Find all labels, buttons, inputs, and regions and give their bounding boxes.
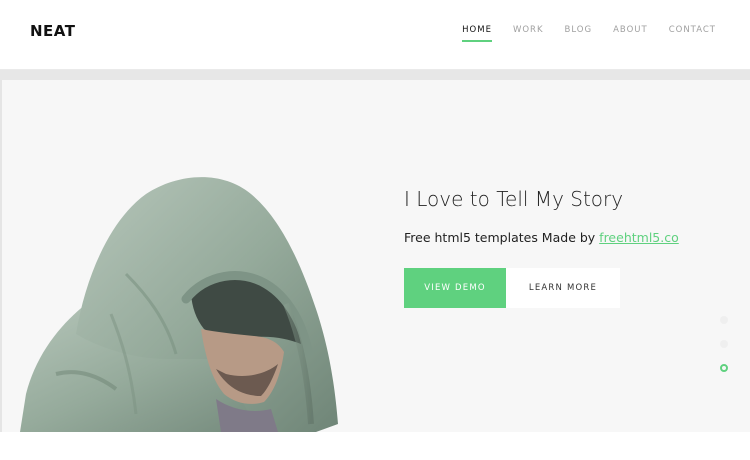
freehtml5-link[interactable]: freehtml5.co xyxy=(599,230,679,245)
nav-home[interactable]: HOME xyxy=(462,25,492,42)
site-logo[interactable]: NEAT xyxy=(30,22,75,40)
slider-dot-2[interactable] xyxy=(720,340,728,348)
hero-section: I Love to Tell My Story Free html5 templ… xyxy=(2,80,750,432)
learn-more-button[interactable]: LEARN MORE xyxy=(506,268,620,308)
slider-dot-1[interactable] xyxy=(720,316,728,324)
nav-work[interactable]: WORK xyxy=(513,25,544,42)
slider-pagination xyxy=(718,316,730,388)
main-nav: HOME WORK BLOG ABOUT CONTACT xyxy=(462,25,716,42)
page-bottom xyxy=(0,432,750,460)
hero-subtitle: Free html5 templates Made by freehtml5.c… xyxy=(404,230,679,245)
nav-contact[interactable]: CONTACT xyxy=(669,25,716,42)
nav-about[interactable]: ABOUT xyxy=(613,25,648,42)
view-demo-button[interactable]: VIEW DEMO xyxy=(404,268,506,308)
hooded-person-image xyxy=(20,177,338,432)
site-header: NEAT HOME WORK BLOG ABOUT CONTACT xyxy=(0,0,750,70)
slider-dot-3-active[interactable] xyxy=(720,364,728,372)
hero-subtitle-text: Free html5 templates Made by xyxy=(404,230,600,245)
hero-title: I Love to Tell My Story xyxy=(404,187,624,211)
nav-blog[interactable]: BLOG xyxy=(565,25,593,42)
section-divider xyxy=(0,70,750,80)
